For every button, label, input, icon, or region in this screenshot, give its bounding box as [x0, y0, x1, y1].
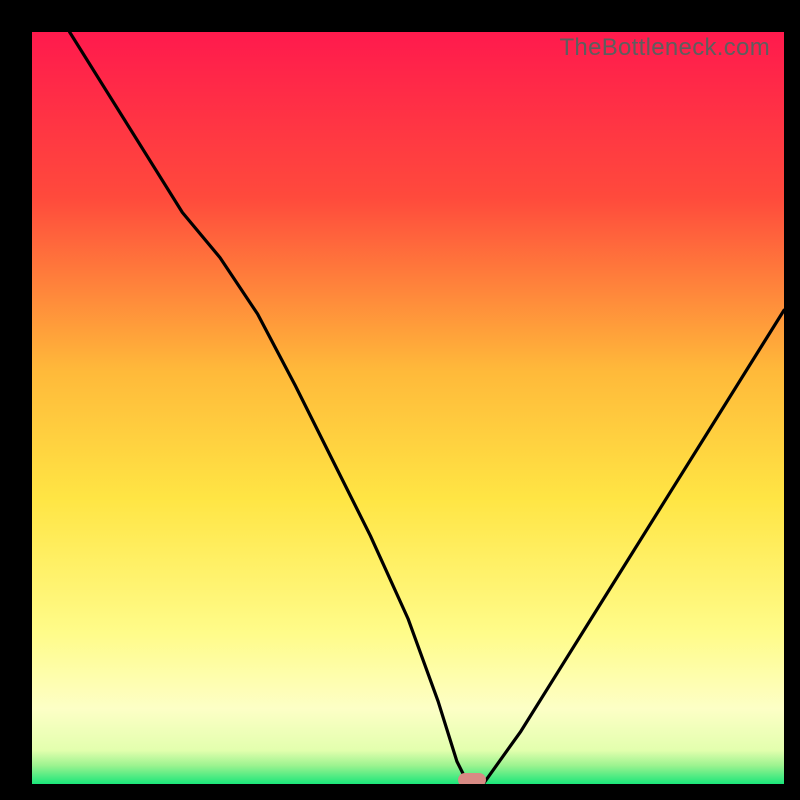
bottleneck-curve: [32, 32, 784, 784]
plot-area: TheBottleneck.com: [32, 32, 784, 784]
chart-frame: TheBottleneck.com: [0, 0, 800, 800]
watermark-text: TheBottleneck.com: [559, 34, 770, 62]
bottleneck-marker: [458, 773, 486, 784]
